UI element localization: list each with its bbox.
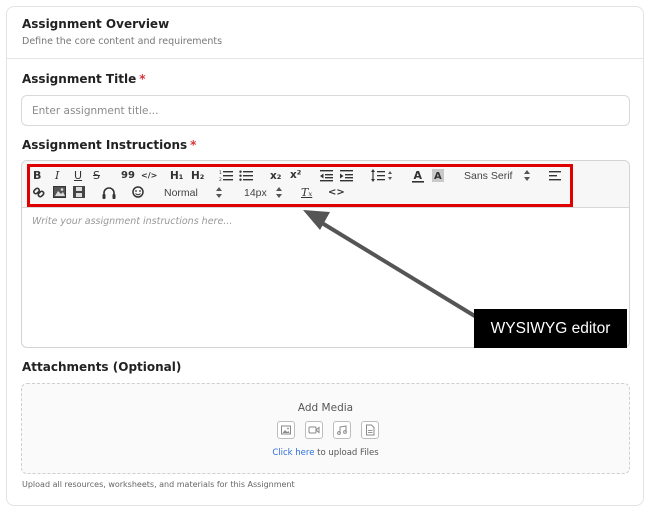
source-code-button[interactable]: <> [328,186,345,200]
emoji-icon[interactable] [132,186,144,200]
image-icon[interactable] [277,421,295,439]
audio-icon[interactable] [333,421,351,439]
click-here-link[interactable]: Click here [272,448,314,458]
line-height-icon[interactable] [371,169,393,183]
editor-toolbar: B I U S 99 </> H₁ H₂ 12 x₂ x² A A Sans S… [22,161,629,208]
font-family-select[interactable]: Sans Serif [464,169,512,183]
title-label: Assignment Title * [22,72,146,86]
instructions-label: Assignment Instructions * [22,138,197,152]
required-mark: * [190,138,197,152]
editor-placeholder[interactable]: Write your assignment instructions here.… [32,216,232,227]
wysiwyg-callout: WYSIWYG editor [474,309,627,348]
size-caret-icon[interactable] [276,186,282,200]
ordered-list-icon[interactable]: 12 [219,169,233,183]
video-icon[interactable] [305,421,323,439]
superscript-button[interactable]: x² [290,168,301,182]
video-icon[interactable] [73,186,85,200]
strike-button[interactable]: S [93,169,100,183]
font-color-icon[interactable]: A [412,169,424,183]
add-media-label: Add Media [297,402,354,414]
image-icon[interactable] [53,186,66,200]
audio-icon[interactable] [102,186,116,200]
font-family-caret-icon[interactable] [524,169,530,183]
svg-text:A: A [434,171,442,182]
assignment-title-input[interactable] [21,95,630,126]
header-select[interactable]: Normal [164,186,198,200]
section-subtitle: Define the core content and requirements [22,36,223,47]
upload-suffix-text: to upload Files [314,448,379,458]
code-button[interactable]: </> [141,169,157,183]
required-mark: * [139,72,146,86]
section-divider [7,58,643,59]
attachments-footnote: Upload all resources, worksheets, and ma… [22,480,295,489]
svg-text:2: 2 [219,177,222,183]
size-select[interactable]: 14px [244,186,267,200]
outdent-icon[interactable] [320,169,333,183]
h1-button[interactable]: H₁ [170,169,183,183]
bullet-list-icon[interactable] [239,169,253,183]
bold-button[interactable]: B [33,169,41,183]
subscript-button[interactable]: x₂ [270,169,281,183]
upload-dropzone[interactable]: Add Media Click here to upload Files [21,383,630,474]
indent-icon[interactable] [340,169,353,183]
link-icon[interactable] [33,186,45,200]
attachments-label: Attachments (Optional) [22,360,182,374]
underline-button[interactable]: U [74,169,82,183]
h2-button[interactable]: H₂ [191,169,204,183]
italic-button[interactable]: I [55,169,59,183]
blockquote-button[interactable]: 99 [121,169,135,183]
svg-text:A: A [414,169,423,182]
clear-format-button[interactable]: Tₓ [301,186,312,200]
align-icon[interactable] [549,170,561,184]
section-title: Assignment Overview [22,17,170,31]
header-caret-icon[interactable] [216,186,222,200]
upload-instructions: Click here to upload Files [22,448,629,458]
svg-text:1: 1 [219,170,222,176]
background-color-icon[interactable]: A [432,169,444,183]
document-icon[interactable] [361,421,379,439]
